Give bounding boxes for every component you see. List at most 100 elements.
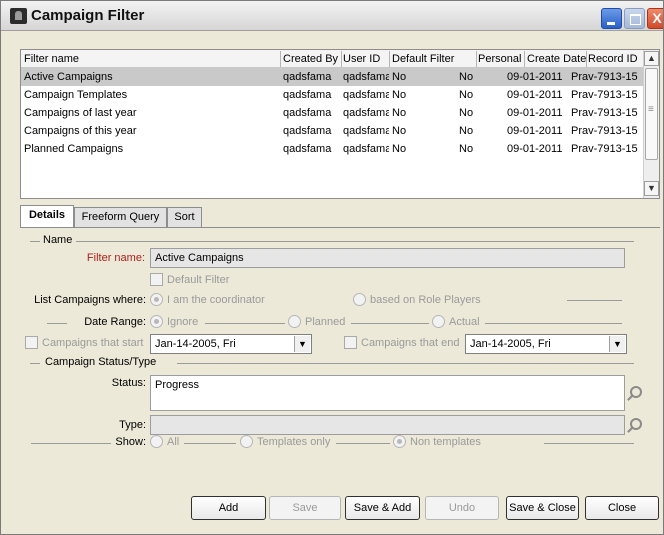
column-header-default-filter[interactable]: Default Filter bbox=[392, 53, 476, 65]
cell-record-id: Prav-7913-15 bbox=[571, 143, 638, 155]
title-bar[interactable]: Campaign Filter X bbox=[1, 1, 663, 31]
tab-details[interactable]: Details bbox=[20, 205, 74, 228]
coordinator-radio[interactable] bbox=[150, 293, 163, 306]
date-actual-radio[interactable] bbox=[432, 315, 445, 328]
cell-created-by: qadsfama bbox=[283, 71, 332, 83]
date-planned-radio[interactable] bbox=[288, 315, 301, 328]
show-non-templates-radio[interactable] bbox=[393, 435, 406, 448]
minimize-button[interactable] bbox=[601, 8, 622, 29]
type-search-icon[interactable] bbox=[627, 418, 642, 432]
column-divider[interactable] bbox=[524, 51, 525, 67]
show-non-templates-label: Non templates bbox=[410, 436, 481, 448]
save-button[interactable]: Save bbox=[269, 496, 341, 520]
scroll-down-icon[interactable]: ▼ bbox=[644, 181, 659, 196]
status-search-icon[interactable] bbox=[627, 386, 642, 400]
save-and-add-button[interactable]: Save & Add bbox=[345, 496, 420, 520]
status-type-section-label: Campaign Status/Type bbox=[45, 356, 157, 368]
cell-personal: No bbox=[459, 89, 474, 101]
list-row-planned-campaigns[interactable]: Planned Campaigns qadsfama qadsfama No N… bbox=[21, 140, 643, 158]
cell-user-id: qadsfama bbox=[343, 71, 389, 83]
section-divider bbox=[184, 443, 236, 444]
list-scrollbar[interactable]: ▲ ▼ bbox=[643, 50, 659, 198]
column-header-created-by[interactable]: Created By bbox=[283, 53, 341, 65]
section-divider bbox=[177, 363, 634, 364]
cell-user-id: qadsfama bbox=[343, 107, 389, 119]
list-row-active-campaigns[interactable]: Active Campaigns qadsfama qadsfama No No… bbox=[21, 68, 643, 86]
tab-freeform-query[interactable]: Freeform Query bbox=[74, 207, 167, 227]
filter-name-label: Filter name: bbox=[86, 252, 145, 264]
role-players-radio[interactable] bbox=[353, 293, 366, 306]
type-field[interactable] bbox=[150, 415, 625, 435]
cell-filter-name: Campaigns of last year bbox=[24, 107, 137, 119]
show-all-label: All bbox=[167, 436, 180, 448]
section-divider bbox=[336, 443, 390, 444]
close-button[interactable]: Close bbox=[585, 496, 659, 520]
name-section-label: Name bbox=[43, 234, 73, 246]
cell-filter-name: Planned Campaigns bbox=[24, 143, 124, 155]
date-ignore-radio[interactable] bbox=[150, 315, 163, 328]
column-header-filter-name[interactable]: Filter name bbox=[24, 53, 280, 65]
filter-name-field[interactable]: Active Campaigns bbox=[150, 248, 625, 268]
tab-panel-border bbox=[20, 227, 660, 228]
column-divider[interactable] bbox=[586, 51, 587, 67]
column-header-user-id[interactable]: User ID bbox=[343, 53, 389, 65]
save-and-close-button[interactable]: Save & Close bbox=[506, 496, 579, 520]
default-filter-label: Default Filter bbox=[167, 274, 230, 286]
cell-created-by: qadsfama bbox=[283, 107, 332, 119]
section-divider bbox=[544, 443, 634, 444]
section-divider bbox=[76, 241, 634, 242]
section-divider bbox=[31, 443, 111, 444]
date-planned-label: Planned bbox=[305, 316, 346, 328]
maximize-button[interactable] bbox=[624, 8, 645, 29]
start-date-combo[interactable]: Jan-14-2005, Fri ▼ bbox=[150, 334, 312, 354]
section-divider bbox=[30, 363, 40, 364]
scroll-up-icon[interactable]: ▲ bbox=[644, 51, 659, 66]
start-date-value: Jan-14-2005, Fri bbox=[155, 338, 236, 350]
cell-personal: No bbox=[459, 143, 474, 155]
section-divider bbox=[205, 323, 285, 324]
cell-filter-name: Campaign Templates bbox=[24, 89, 128, 101]
add-button[interactable]: Add bbox=[191, 496, 266, 520]
cell-created-by: qadsfama bbox=[283, 143, 332, 155]
cell-create-date: 09-01-2011 bbox=[507, 107, 563, 119]
column-header-personal[interactable]: Personal bbox=[478, 53, 524, 65]
show-all-radio[interactable] bbox=[150, 435, 163, 448]
chevron-down-icon[interactable]: ▼ bbox=[294, 336, 310, 352]
column-divider[interactable] bbox=[476, 51, 477, 67]
show-templates-radio[interactable] bbox=[240, 435, 253, 448]
tab-sort[interactable]: Sort bbox=[167, 207, 202, 227]
cell-record-id: Prav-7913-15 bbox=[571, 71, 638, 83]
list-row-campaigns-last-year[interactable]: Campaigns of last year qadsfama qadsfama… bbox=[21, 104, 643, 122]
column-divider[interactable] bbox=[280, 51, 281, 67]
list-row-campaign-templates[interactable]: Campaign Templates qadsfama qadsfama No … bbox=[21, 86, 643, 104]
section-divider bbox=[30, 241, 40, 242]
cell-filter-name: Active Campaigns bbox=[24, 71, 113, 83]
cell-personal: No bbox=[459, 107, 474, 119]
column-header-record-id[interactable]: Record ID bbox=[588, 53, 643, 65]
column-divider[interactable] bbox=[389, 51, 390, 67]
column-divider[interactable] bbox=[341, 51, 342, 67]
date-actual-label: Actual bbox=[449, 316, 480, 328]
section-divider bbox=[351, 323, 429, 324]
close-window-button[interactable]: X bbox=[647, 8, 663, 29]
cell-user-id: qadsfama bbox=[343, 143, 389, 155]
undo-button[interactable]: Undo bbox=[425, 496, 499, 520]
campaign-filter-window: Campaign Filter X Filter name Created By… bbox=[0, 0, 664, 535]
app-icon bbox=[10, 8, 27, 24]
status-field[interactable]: Progress bbox=[150, 375, 625, 411]
date-ignore-label: Ignore bbox=[167, 316, 199, 328]
cell-personal: No bbox=[459, 71, 474, 83]
end-date-combo[interactable]: Jan-14-2005, Fri ▼ bbox=[465, 334, 627, 354]
campaigns-start-checkbox[interactable] bbox=[25, 336, 38, 349]
section-divider bbox=[485, 323, 622, 324]
chevron-down-icon[interactable]: ▼ bbox=[609, 336, 625, 352]
cell-record-id: Prav-7913-15 bbox=[571, 89, 638, 101]
section-divider bbox=[47, 323, 67, 324]
campaigns-end-checkbox[interactable] bbox=[344, 336, 357, 349]
cell-create-date: 09-01-2011 bbox=[507, 71, 563, 83]
column-header-create-date[interactable]: Create Date bbox=[527, 53, 586, 65]
list-row-campaigns-this-year[interactable]: Campaigns of this year qadsfama qadsfama… bbox=[21, 122, 643, 140]
default-filter-checkbox[interactable] bbox=[150, 273, 163, 286]
filter-list: Filter name Created By User ID Default F… bbox=[20, 49, 660, 199]
scroll-thumb[interactable] bbox=[645, 68, 658, 160]
